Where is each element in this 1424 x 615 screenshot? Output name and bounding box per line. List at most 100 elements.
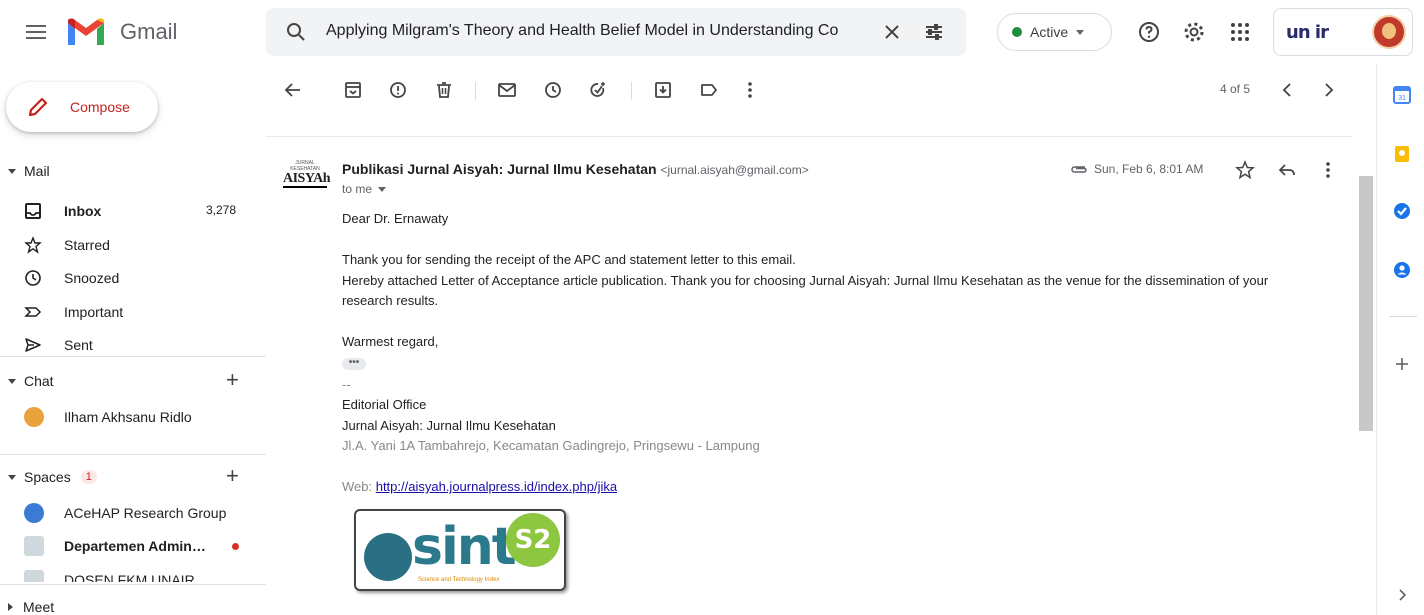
sender-email: <jurnal.aisyah@gmail.com>	[660, 163, 809, 177]
mark-unread-mail-icon[interactable]	[497, 80, 517, 100]
apps-grid-icon[interactable]	[1228, 20, 1252, 44]
expand-panel-chevron-icon[interactable]	[1393, 586, 1411, 604]
space-item[interactable]: ACeHAP Research Group	[0, 497, 266, 529]
sinta-globe-icon	[364, 533, 412, 581]
sinta-logo-image: sinta S2 Science and Technology Index	[354, 509, 566, 591]
sinta-rank-badge: S2	[506, 513, 560, 567]
toolbar-separator	[631, 82, 632, 100]
chat-section-toggle[interactable]: Chat	[8, 373, 54, 389]
new-chat-plus-icon[interactable]: +	[226, 369, 239, 391]
settings-gear-icon[interactable]	[1182, 20, 1206, 44]
chevron-down-icon	[378, 186, 387, 192]
label-icon[interactable]	[699, 80, 719, 100]
message-toolbar	[266, 64, 1366, 114]
sidebar-item-snoozed[interactable]: Snoozed	[0, 262, 266, 294]
globe-icon	[24, 503, 44, 523]
inbox-icon	[25, 203, 41, 219]
show-trimmed-content-button[interactable]: •••	[342, 358, 366, 370]
account-switcher[interactable]: un ir	[1273, 8, 1413, 56]
body-line: Hereby attached Letter of Acceptance art…	[342, 273, 1269, 288]
add-to-tasks-icon[interactable]	[588, 80, 608, 100]
building-icon	[24, 570, 44, 582]
new-space-plus-icon[interactable]: +	[226, 465, 239, 487]
signature-journal: Jurnal Aisyah: Jurnal Ilmu Kesehatan	[342, 418, 556, 433]
snooze-clock-icon[interactable]	[543, 80, 563, 100]
sidebar-item-inbox[interactable]: Inbox 3,278	[0, 195, 266, 227]
sidebar-item-label: Inbox	[64, 203, 102, 219]
back-arrow-icon[interactable]	[283, 80, 303, 100]
important-icon	[24, 307, 42, 317]
app-name: Gmail	[120, 19, 178, 44]
gmail-app: Gmail Applying Milgram's Theory and Heal…	[0, 0, 1424, 615]
section-divider	[0, 584, 266, 585]
unread-count: 3,278	[205, 203, 236, 217]
meet-section-toggle[interactable]: Meet	[8, 599, 54, 615]
older-chevron-right-icon[interactable]	[1318, 80, 1338, 100]
gmail-logo[interactable]: Gmail	[66, 17, 177, 47]
space-item[interactable]: Departemen Admin…	[0, 530, 266, 562]
sidebar-item-label: Starred	[64, 237, 110, 253]
spaces-section-toggle[interactable]: Spaces 1	[8, 469, 97, 485]
newer-chevron-left-icon[interactable]	[1278, 80, 1298, 100]
more-vertical-icon[interactable]	[740, 80, 760, 100]
reply-icon[interactable]	[1277, 160, 1297, 180]
message-date: Sun, Feb 6, 8:01 AM	[1094, 162, 1204, 176]
delete-trash-icon[interactable]	[434, 80, 454, 100]
keep-icon[interactable]	[1393, 145, 1411, 163]
space-item[interactable]: DOSEN FKM UNAIR	[0, 564, 266, 582]
signature-office: Editorial Office	[342, 397, 427, 412]
toolbar-divider	[266, 136, 1353, 137]
get-addons-plus-icon[interactable]	[1393, 355, 1411, 373]
tasks-icon[interactable]	[1393, 202, 1411, 220]
contacts-icon[interactable]	[1393, 261, 1411, 279]
compose-label: Compose	[70, 99, 130, 115]
message-scrollbar[interactable]	[1359, 176, 1373, 431]
toolbar-separator	[475, 82, 476, 100]
pencil-icon	[28, 97, 48, 117]
body-line: research results.	[342, 293, 439, 308]
sidebar-item-label: Important	[64, 304, 124, 320]
signature-separator: --	[342, 377, 351, 392]
active-status-icon	[1012, 27, 1022, 37]
main-menu-icon[interactable]	[24, 20, 48, 44]
web-label: Web:	[342, 479, 376, 494]
organization-logo: un ir	[1286, 21, 1329, 43]
spaces-section-label: Spaces	[24, 469, 71, 485]
archive-icon[interactable]	[343, 80, 363, 100]
sender-avatar: JURNAL KESEHATAN AISYAh	[283, 160, 331, 190]
help-icon[interactable]	[1137, 20, 1161, 44]
recipient-details-toggle[interactable]: to me	[342, 182, 387, 196]
space-name: ACeHAP Research Group	[64, 505, 227, 521]
status-label: Active	[1030, 24, 1069, 40]
message-meta: Sun, Feb 6, 8:01 AM	[1070, 162, 1203, 176]
sender-name[interactable]: Publikasi Jurnal Aisyah: Jurnal Ilmu Kes…	[342, 161, 657, 177]
journal-web-link[interactable]: http://aisyah.journalpress.id/index.php/…	[376, 479, 617, 494]
mail-section-toggle[interactable]: Mail	[8, 163, 50, 179]
sidebar-item-label: Sent	[64, 337, 93, 353]
search-input[interactable]: Applying Milgram's Theory and Health Bel…	[326, 22, 846, 40]
compose-button[interactable]: Compose	[6, 82, 158, 132]
sidebar-item-starred[interactable]: Starred	[0, 229, 266, 261]
calendar-icon[interactable]: 31	[1393, 86, 1411, 104]
status-dropdown[interactable]: Active	[997, 13, 1112, 51]
signature-web: Web: http://aisyah.journalpress.id/index…	[342, 479, 617, 494]
more-vertical-icon[interactable]	[1318, 160, 1338, 180]
side-panel: 31	[1376, 64, 1424, 615]
search-bar[interactable]: Applying Milgram's Theory and Health Bel…	[266, 8, 966, 56]
space-name: Departemen Admin…	[64, 538, 206, 554]
report-spam-icon[interactable]	[388, 80, 408, 100]
sidebar-item-label: Snoozed	[64, 270, 120, 286]
user-avatar[interactable]	[1372, 15, 1406, 49]
move-to-icon[interactable]	[653, 80, 673, 100]
collapse-icon	[8, 168, 16, 174]
star-icon	[24, 236, 42, 254]
star-icon[interactable]	[1235, 160, 1255, 180]
clear-search-icon[interactable]	[880, 20, 904, 44]
section-divider	[0, 356, 266, 357]
chat-contact[interactable]: Ilham Akhsanu Ridlo	[0, 401, 266, 433]
search-options-icon[interactable]	[922, 20, 946, 44]
sidebar-item-important[interactable]: Important	[0, 296, 266, 328]
search-icon[interactable]	[284, 20, 308, 44]
section-divider	[0, 454, 266, 455]
sender-logo-text: AISYAh	[283, 171, 331, 188]
